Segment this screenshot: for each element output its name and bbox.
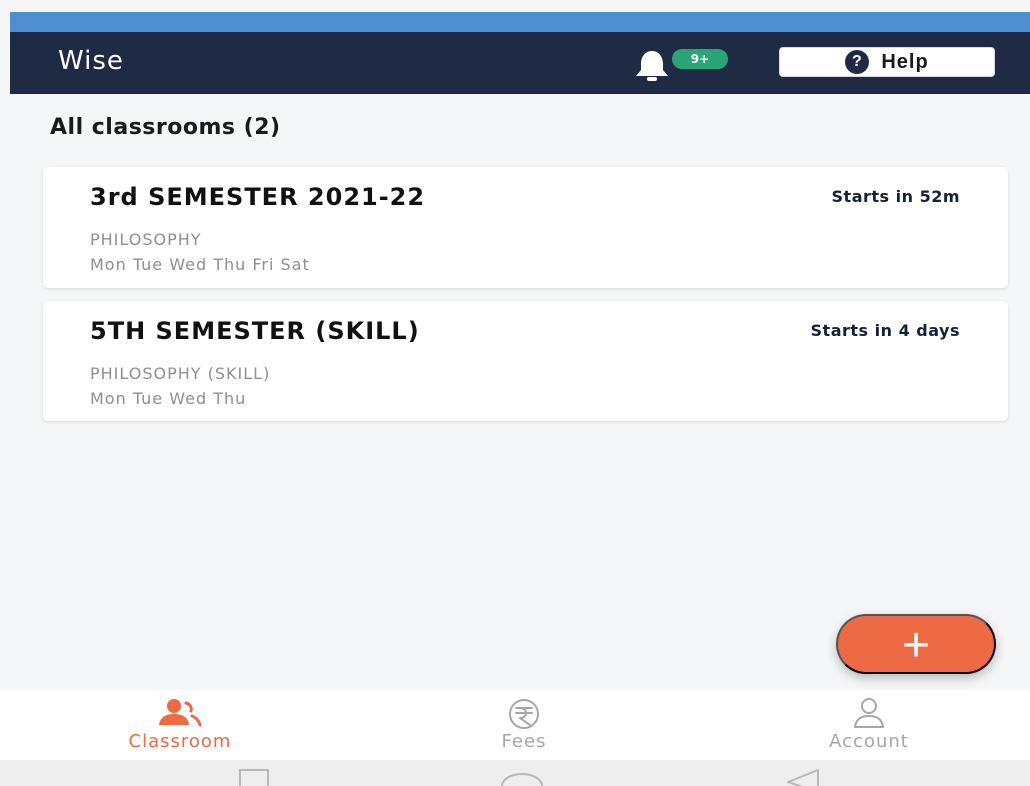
classroom-card[interactable]: 3rd SEMESTER 2021-22 Starts in 52m PHILO… xyxy=(43,167,1008,288)
classroom-days: Mon Tue Wed Thu xyxy=(90,389,247,408)
status-bar xyxy=(10,12,1030,32)
nav-label-classroom: Classroom xyxy=(128,731,232,752)
classroom-title: 5TH SEMESTER (SKILL) xyxy=(90,317,420,345)
nav-item-classroom[interactable]: Classroom xyxy=(60,698,300,758)
account-icon xyxy=(854,698,884,728)
question-icon: ? xyxy=(845,50,870,74)
classroom-title: 3rd SEMESTER 2021-22 xyxy=(90,183,426,211)
classroom-subject: PHILOSOPHY (SKILL) xyxy=(90,364,271,383)
notification-badge: 9+ xyxy=(672,49,728,69)
app-bar: Wise 9+ ? Help xyxy=(10,32,1030,94)
rupee-icon xyxy=(509,699,539,729)
help-label: Help xyxy=(881,50,929,73)
help-button[interactable]: ? Help xyxy=(779,47,995,77)
nav-label-account: Account xyxy=(829,731,909,752)
classroom-start-time: Starts in 4 days xyxy=(810,321,960,340)
add-classroom-button[interactable]: + xyxy=(836,614,996,674)
nav-item-account[interactable]: Account xyxy=(749,698,989,758)
plus-icon: + xyxy=(901,619,931,672)
classroom-card[interactable]: 5TH SEMESTER (SKILL) Starts in 4 days PH… xyxy=(43,301,1008,421)
classroom-start-time: Starts in 52m xyxy=(831,187,960,206)
bell-icon xyxy=(636,51,668,81)
classroom-days: Mon Tue Wed Thu Fri Sat xyxy=(90,255,310,274)
classroom-icon xyxy=(159,699,202,727)
back-icon[interactable] xyxy=(782,768,826,786)
system-navigation-bar xyxy=(0,760,1030,786)
classroom-subject: PHILOSOPHY xyxy=(90,230,202,249)
classrooms-heading: All classrooms (2) xyxy=(50,115,281,140)
notification-button[interactable] xyxy=(630,46,676,86)
bottom-navigation: Classroom Fees Account xyxy=(0,690,1030,760)
nav-label-fees: Fees xyxy=(501,731,547,752)
home-icon[interactable] xyxy=(500,768,544,786)
app-screen: Wise 9+ ? Help All classrooms (2) 3rd SE… xyxy=(0,0,1030,786)
recent-apps-icon[interactable] xyxy=(232,768,276,786)
app-title: Wise xyxy=(58,46,124,76)
nav-item-fees[interactable]: Fees xyxy=(404,698,644,758)
